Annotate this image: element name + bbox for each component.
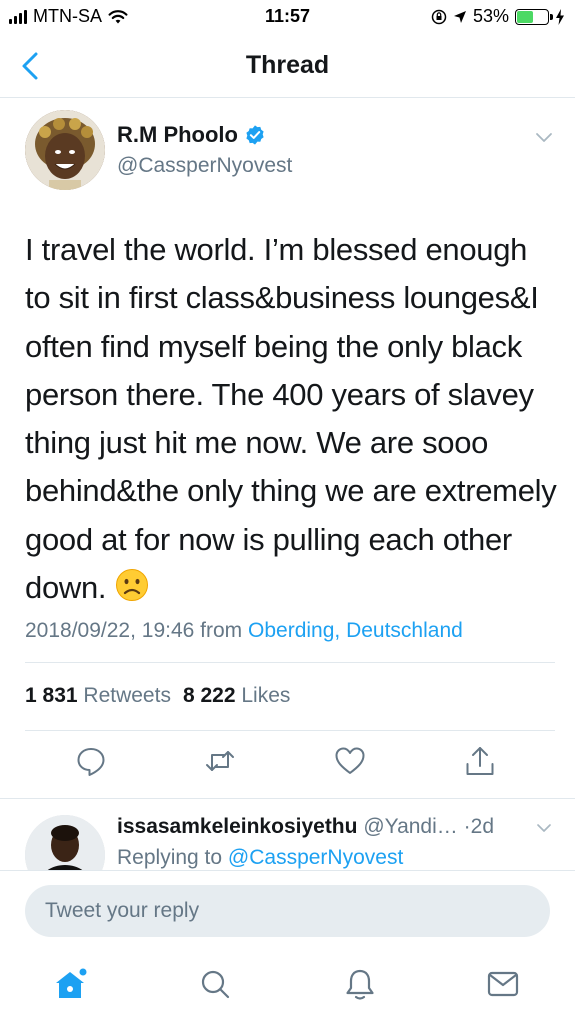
tweet-stats: 1 831 Retweets 8 222 Likes	[25, 684, 290, 708]
reply-button[interactable]	[74, 744, 108, 778]
battery-icon	[515, 8, 553, 25]
divider	[25, 730, 555, 731]
share-icon	[466, 747, 494, 775]
charging-icon	[556, 8, 564, 25]
home-icon	[56, 968, 87, 998]
retweets-label: Retweets	[83, 684, 171, 707]
page-title: Thread	[245, 51, 330, 79]
tweet-author[interactable]: R.M Phoolo @CassperNyovest	[117, 122, 292, 178]
likes-label: Likes	[241, 684, 291, 707]
notifications-icon	[346, 969, 374, 1000]
replying-mention-link[interactable]: @CassperNyovest	[228, 846, 403, 869]
tweet-meta: 2018/09/22, 19:46 from Oberding, Deutsch…	[25, 619, 463, 643]
retweet-button[interactable]	[203, 744, 237, 778]
tab-bar	[0, 952, 575, 1024]
retweets-count: 1 831	[25, 684, 78, 707]
tweet-timestamp: 2018/09/22, 19:46	[25, 619, 195, 642]
replying-label: Replying to	[117, 846, 223, 869]
likes-count: 8 222	[182, 684, 236, 707]
tab-notifications[interactable]	[342, 966, 378, 1002]
navigation-bar: Thread	[0, 34, 575, 98]
reply-author-name[interactable]: issasamkeleinkosiyethu	[117, 815, 357, 838]
reply-separator: ·	[463, 815, 471, 838]
reply-author-handle[interactable]: @Yandi…	[363, 815, 457, 838]
messages-icon	[487, 971, 519, 997]
status-bar: MTN-SA 11:57 53%	[0, 0, 575, 34]
author-name[interactable]: R.M Phoolo	[117, 122, 238, 148]
divider	[25, 662, 555, 663]
author-handle[interactable]: @CassperNyovest	[117, 154, 292, 178]
reply-age: 2d	[470, 815, 494, 838]
likes-stat[interactable]: 8 222 Likes	[183, 684, 290, 708]
like-button[interactable]	[333, 744, 367, 778]
profile-photo	[25, 110, 105, 190]
author-avatar[interactable]	[25, 110, 105, 190]
chevron-down-icon[interactable]	[535, 819, 553, 837]
from-label: from	[200, 619, 243, 642]
location-icon	[453, 10, 466, 23]
frowning-face-emoji-icon	[115, 569, 148, 602]
tab-search[interactable]	[197, 966, 233, 1002]
section-divider	[0, 798, 575, 799]
orientation-lock-icon	[431, 9, 447, 24]
status-right: 53%	[431, 6, 565, 27]
battery-percent: 53%	[472, 6, 509, 26]
heart-icon	[335, 747, 365, 774]
retweet-icon	[206, 751, 234, 771]
reply-input[interactable]	[25, 885, 550, 937]
tab-home[interactable]	[52, 966, 88, 1002]
tweet-text: I travel the world. I’m blessed enough t…	[25, 232, 557, 606]
verified-badge-icon	[246, 125, 264, 145]
tab-messages[interactable]	[485, 966, 521, 1002]
tweet-actions	[0, 744, 575, 784]
chevron-down-icon[interactable]	[533, 126, 555, 148]
reply-header: issasamkeleinkosiyethu @Yandi… ·2d	[117, 815, 527, 839]
reply-composer-bar	[0, 870, 575, 952]
battery-level	[517, 10, 533, 23]
tweet-body: I travel the world. I’m blessed enough t…	[25, 226, 560, 612]
share-button[interactable]	[463, 744, 497, 778]
reply-icon	[77, 748, 105, 776]
replying-to: Replying to @CassperNyovest	[117, 846, 403, 870]
tweet-location-link[interactable]: Oberding, Deutschland	[248, 619, 463, 642]
retweets-stat[interactable]: 1 831 Retweets	[25, 684, 171, 708]
search-icon	[201, 970, 230, 999]
